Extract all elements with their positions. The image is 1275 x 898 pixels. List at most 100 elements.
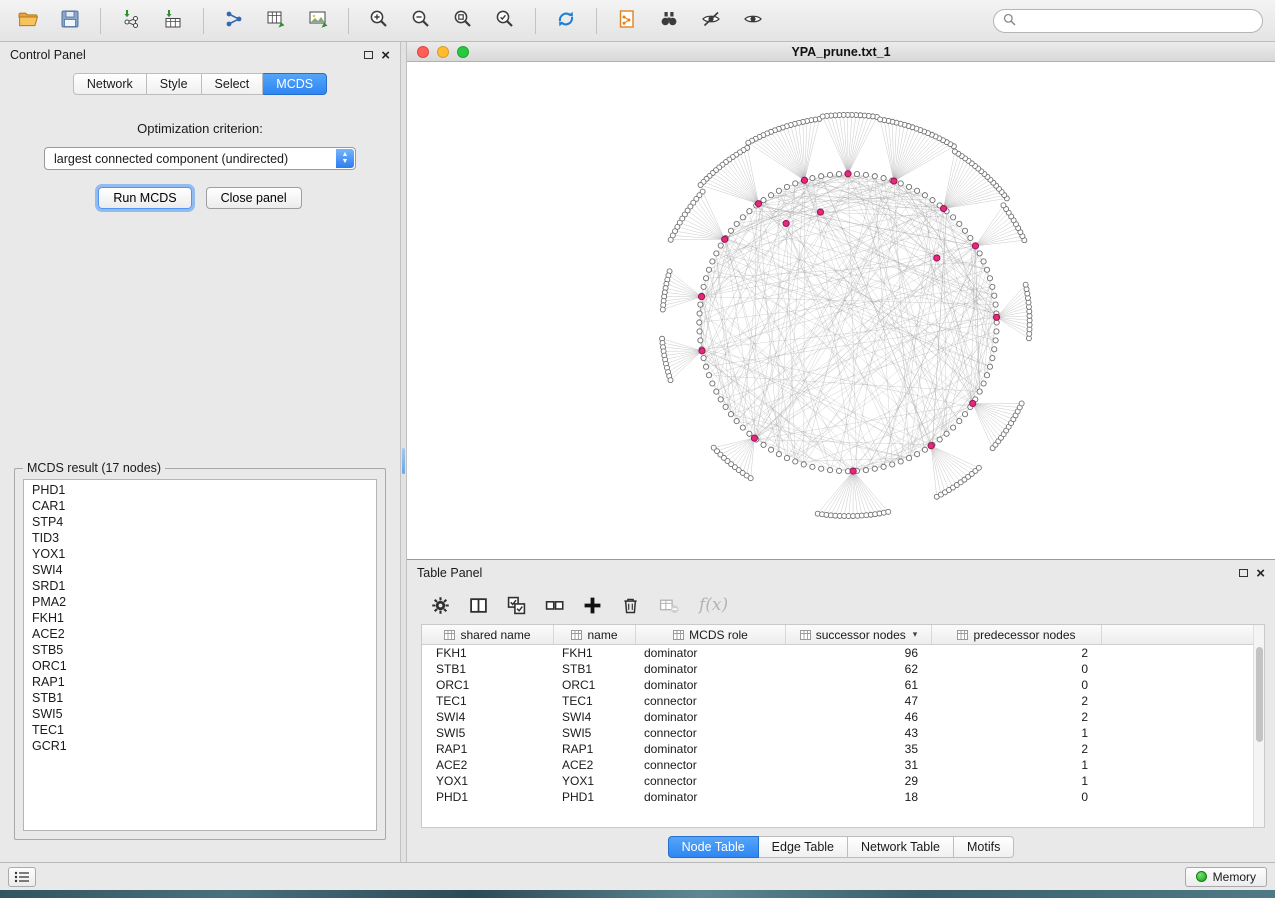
mcds-result-item[interactable]: SWI4 [24,562,376,578]
mcds-result-list[interactable]: PHD1CAR1STP4TID3YOX1SWI4SRD1PMA2FKH1ACE2… [23,479,377,831]
column-header-name[interactable]: name [554,625,636,644]
tab-network[interactable]: Network [73,73,147,95]
network-titlebar[interactable]: YPA_prune.txt_1 [407,42,1275,62]
tab-style[interactable]: Style [147,73,202,95]
table-row[interactable]: TEC1TEC1connector472 [422,693,1264,709]
zoom-out-button[interactable] [405,5,437,37]
table-cell-name: STB1 [554,662,636,676]
mcds-result-item[interactable]: STB5 [24,642,376,658]
table-scrollbar-thumb[interactable] [1256,647,1263,742]
mcds-result-item[interactable]: GCR1 [24,738,376,754]
export-image-icon [307,8,329,33]
search-box[interactable] [993,9,1263,33]
table-row[interactable]: ACE2ACE2connector311 [422,757,1264,773]
close-panel-icon[interactable]: × [381,48,390,63]
delete-table-button[interactable] [659,596,680,615]
table-row[interactable]: PHD1PHD1dominator180 [422,789,1264,805]
mcds-result-item[interactable]: RAP1 [24,674,376,690]
table-row[interactable]: YOX1YOX1connector291 [422,773,1264,789]
save-button[interactable] [54,5,86,37]
float-panel-icon[interactable] [364,51,373,59]
minimize-window-icon[interactable] [437,46,449,58]
main-toolbar [0,0,1275,42]
find-button[interactable] [653,5,685,37]
show-all-button[interactable] [737,5,769,37]
table-row[interactable]: RAP1RAP1dominator352 [422,741,1264,757]
mcds-result-item[interactable]: ACE2 [24,626,376,642]
column-header-mcds-role[interactable]: MCDS role [636,625,786,644]
mcds-result-item[interactable]: PHD1 [24,482,376,498]
mcds-result-item[interactable]: PMA2 [24,594,376,610]
table-row[interactable]: STB1STB1dominator620 [422,661,1264,677]
mcds-result-item[interactable]: STB1 [24,690,376,706]
table-cell-role: dominator [636,790,786,804]
table-panel-title: Table Panel [417,566,482,580]
export-table-button[interactable] [260,5,292,37]
toolbar-separator [348,8,349,34]
create-column-button[interactable] [583,596,602,615]
column-header-successor-nodes[interactable]: successor nodes ▾ [786,625,932,644]
mcds-result-item[interactable]: TID3 [24,530,376,546]
import-network-button[interactable] [115,5,147,37]
delete-column-button[interactable] [621,596,640,615]
maximize-window-icon[interactable] [457,46,469,58]
network-graph[interactable] [407,62,1275,559]
import-table-button[interactable] [157,5,189,37]
table-cell-shared_name: YOX1 [422,774,554,788]
run-mcds-button[interactable]: Run MCDS [98,187,191,209]
network-window: YPA_prune.txt_1 [407,42,1275,560]
task-history-button[interactable] [8,867,36,887]
network-canvas[interactable] [407,62,1275,559]
table-row[interactable]: SWI5SWI5connector431 [422,725,1264,741]
float-table-panel-icon[interactable] [1239,569,1248,577]
table-cell-successors: 43 [786,726,932,740]
table-options-button[interactable] [431,596,450,615]
close-window-icon[interactable] [417,46,429,58]
new-network-button[interactable] [218,5,250,37]
tab-select[interactable]: Select [202,73,264,95]
table-cell-name: SWI4 [554,710,636,724]
table-row[interactable]: FKH1FKH1dominator962 [422,645,1264,661]
close-panel-button[interactable]: Close panel [206,187,302,209]
tab-motifs[interactable]: Motifs [954,836,1014,858]
tab-network-table[interactable]: Network Table [848,836,954,858]
tab-edge-table[interactable]: Edge Table [759,836,848,858]
select-all-button[interactable] [507,596,526,615]
export-image-button[interactable] [302,5,334,37]
column-header-shared-name[interactable]: shared name [422,625,554,644]
table-scrollbar[interactable] [1253,625,1264,827]
table-row[interactable]: ORC1ORC1dominator610 [422,677,1264,693]
share-document-button[interactable] [611,5,643,37]
tab-mcds[interactable]: MCDS [263,73,327,95]
table-cell-role: dominator [636,678,786,692]
mcds-result-item[interactable]: YOX1 [24,546,376,562]
function-builder-button[interactable]: f(x) [699,595,728,615]
share-document-icon [616,8,638,33]
mcds-result-item[interactable]: TEC1 [24,722,376,738]
hide-selected-button[interactable] [695,5,727,37]
memory-button[interactable]: Memory [1185,867,1267,887]
close-table-panel-icon[interactable]: × [1256,566,1265,581]
node-table: shared name name MCDS role successo [421,624,1265,828]
mcds-result-item[interactable]: STP4 [24,514,376,530]
memory-label: Memory [1213,870,1256,884]
zoom-fit-button[interactable] [447,5,479,37]
mcds-result-item[interactable]: FKH1 [24,610,376,626]
open-file-button[interactable] [12,5,44,37]
criterion-select[interactable]: largest connected component (undirected)… [44,147,356,170]
mcds-result-item[interactable]: CAR1 [24,498,376,514]
apply-layout-button[interactable] [550,5,582,37]
search-input[interactable] [1022,14,1253,28]
deselect-all-button[interactable] [545,596,564,615]
mcds-result-item[interactable]: SWI5 [24,706,376,722]
column-header-predecessor-nodes[interactable]: predecessor nodes [932,625,1102,644]
desktop-background [0,890,1275,898]
tab-node-table[interactable]: Node Table [668,836,759,858]
mcds-result-item[interactable]: ORC1 [24,658,376,674]
mcds-result-item[interactable]: SRD1 [24,578,376,594]
zoom-selected-button[interactable] [489,5,521,37]
table-row[interactable]: SWI4SWI4dominator462 [422,709,1264,725]
table-cell-name: ACE2 [554,758,636,772]
zoom-in-button[interactable] [363,5,395,37]
show-columns-button[interactable] [469,596,488,615]
